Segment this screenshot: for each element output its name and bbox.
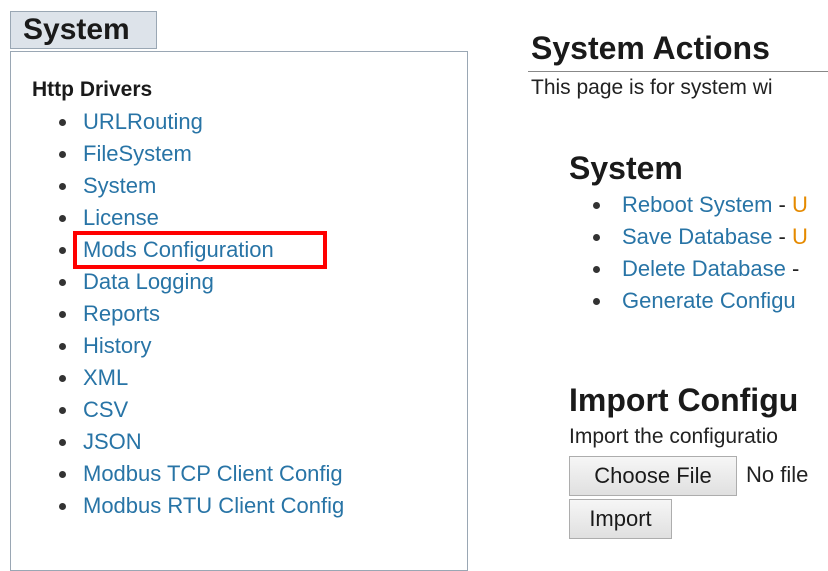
- sidebar-link-system[interactable]: System: [83, 173, 156, 198]
- choose-file-button[interactable]: Choose File: [569, 456, 737, 496]
- sidebar-link-json[interactable]: JSON: [83, 429, 142, 454]
- sidebar-item-urlrouting: URLRouting: [11, 107, 344, 139]
- sidebar-link-history[interactable]: History: [83, 333, 151, 358]
- action-separator: -: [772, 192, 792, 217]
- sidebar-link-modbus-tcp-client-config[interactable]: Modbus TCP Client Config: [83, 461, 343, 486]
- sidebar-link-license[interactable]: License: [83, 205, 159, 230]
- action-item-generate-config: Generate Configu: [569, 286, 808, 318]
- title-divider: [528, 71, 828, 72]
- sidebar-link-reports[interactable]: Reports: [83, 301, 160, 326]
- sidebar-item-history: History: [11, 331, 344, 363]
- delete-database-link[interactable]: Delete Database: [622, 256, 786, 281]
- import-description: Import the configuratio: [569, 425, 778, 448]
- import-button[interactable]: Import: [569, 499, 672, 539]
- save-database-link[interactable]: Save Database: [622, 224, 772, 249]
- sidebar-item-data-logging: Data Logging: [11, 267, 344, 299]
- page-description: This page is for system wi: [531, 76, 773, 99]
- sidebar-item-xml: XML: [11, 363, 344, 395]
- system-section-title: System: [569, 150, 683, 186]
- sidebar-item-modbus-rtu-client-config: Modbus RTU Client Config: [11, 491, 344, 523]
- sidebar-link-csv[interactable]: CSV: [83, 397, 128, 422]
- sidebar-item-modbus-tcp-client-config: Modbus TCP Client Config: [11, 459, 344, 491]
- page-title: System Actions: [531, 30, 770, 66]
- sidebar-link-modbus-rtu-client-config[interactable]: Modbus RTU Client Config: [83, 493, 344, 518]
- system-tab[interactable]: System: [10, 11, 157, 49]
- action-note: U: [792, 224, 808, 249]
- action-item-save-database: Save Database - U: [569, 222, 808, 254]
- sidebar-item-system: System: [11, 171, 344, 203]
- sidebar-link-filesystem[interactable]: FileSystem: [83, 141, 192, 166]
- sidebar-item-json: JSON: [11, 427, 344, 459]
- action-item-reboot: Reboot System - U: [569, 190, 808, 222]
- sidebar-item-filesystem: FileSystem: [11, 139, 344, 171]
- sidebar-panel: Http Drivers URLRouting FileSystem Syste…: [10, 51, 468, 571]
- file-status-text: No file: [746, 462, 809, 487]
- sidebar-item-reports: Reports: [11, 299, 344, 331]
- import-section-title: Import Configu: [569, 382, 799, 418]
- generate-configuration-link[interactable]: Generate Configu: [622, 288, 796, 313]
- sidebar-item-csv: CSV: [11, 395, 344, 427]
- reboot-system-link[interactable]: Reboot System: [622, 192, 772, 217]
- sidebar-link-xml[interactable]: XML: [83, 365, 128, 390]
- action-item-delete-database: Delete Database -: [569, 254, 808, 286]
- http-drivers-list: URLRouting FileSystem System License Mod…: [11, 107, 344, 523]
- action-separator: -: [772, 224, 792, 249]
- sidebar-link-data-logging[interactable]: Data Logging: [83, 269, 214, 294]
- action-separator: -: [785, 256, 800, 281]
- highlight-box: [73, 231, 327, 269]
- http-drivers-heading: Http Drivers: [32, 78, 153, 101]
- action-note: U: [791, 192, 808, 217]
- system-actions-list: Reboot System - U Save Database - U Dele…: [569, 190, 808, 318]
- sidebar-link-urlrouting[interactable]: URLRouting: [83, 109, 203, 134]
